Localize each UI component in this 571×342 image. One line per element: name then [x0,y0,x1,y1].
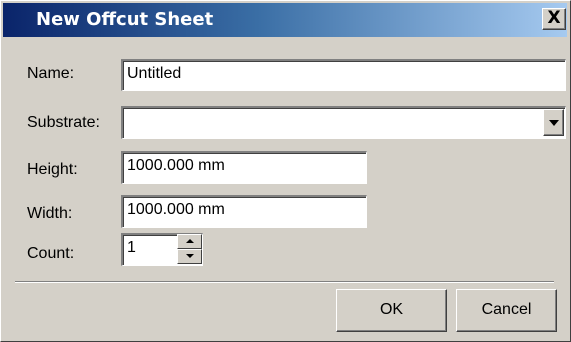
height-value: 1000.000 mm [127,157,225,174]
substrate-dropdown-button[interactable] [543,109,564,136]
width-input[interactable]: 1000.000 mm [121,195,367,228]
ok-button[interactable]: OK [336,289,447,332]
arrow-up-icon [186,239,194,243]
title-bar[interactable]: New Offcut Sheet X [3,3,567,37]
close-button[interactable]: X [542,8,566,30]
chevron-down-icon [549,120,559,126]
height-input[interactable]: 1000.000 mm [121,151,367,184]
name-label: Name: [27,65,75,82]
dialog-title: New Offcut Sheet [36,9,214,30]
height-label: Height: [27,161,78,178]
count-value: 1 [127,239,136,256]
substrate-select[interactable] [121,106,566,139]
name-value: Untitled [127,65,182,82]
new-offcut-sheet-dialog: New Offcut Sheet X Name: Untitled Substr… [0,0,571,342]
cancel-button[interactable]: Cancel [456,289,557,332]
count-spinner [177,234,202,264]
close-icon: X [547,8,561,28]
width-label: Width: [27,205,73,222]
count-increment-button[interactable] [177,234,202,249]
count-label: Count: [27,245,75,262]
arrow-down-icon [186,254,194,258]
separator [15,281,554,283]
substrate-label: Substrate: [27,114,100,131]
name-input[interactable]: Untitled [121,59,566,91]
width-value: 1000.000 mm [127,201,225,218]
count-decrement-button[interactable] [177,249,202,264]
